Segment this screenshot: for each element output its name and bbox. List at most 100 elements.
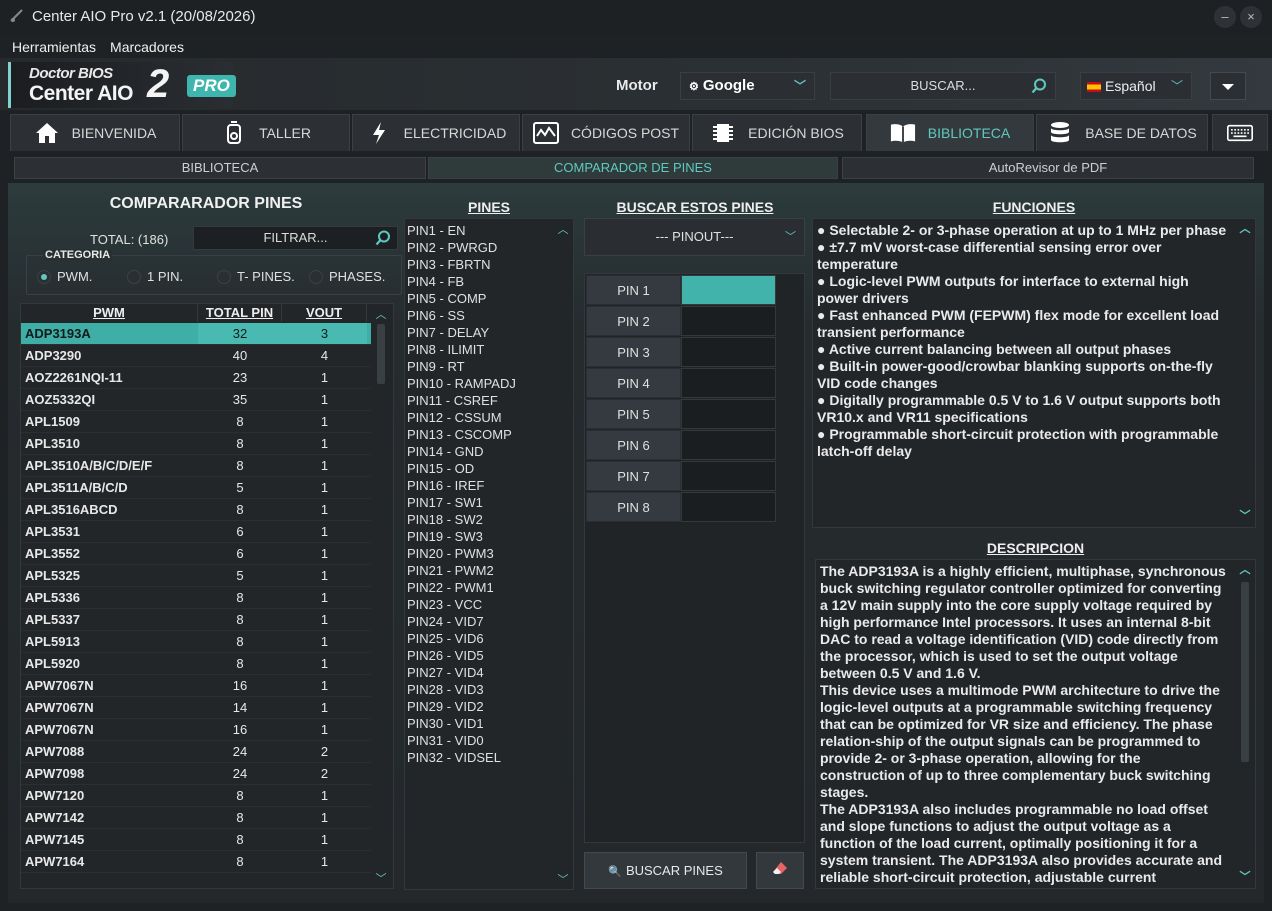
pin-item[interactable]: PIN22 - PWM1 <box>407 579 494 596</box>
pin-slot-input[interactable] <box>681 461 776 491</box>
scroll-down-icon[interactable]: ﹀ <box>371 870 391 886</box>
scroll-up-icon[interactable]: ︿ <box>371 306 391 322</box>
eraser-button[interactable] <box>756 852 804 889</box>
pin-item[interactable]: PIN10 - RAMPADJ <box>407 375 516 392</box>
tab-electricidad[interactable]: ELECTRICIDAD <box>352 114 520 151</box>
pin-item[interactable]: PIN21 - PWM2 <box>407 562 494 579</box>
search-input[interactable]: BUSCAR... <box>830 72 1056 100</box>
pin-item[interactable]: PIN32 - VIDSEL <box>407 749 501 766</box>
subtab-biblioteca[interactable]: BIBLIOTECA <box>14 157 426 179</box>
pin-item[interactable]: PIN13 - CSCOMP <box>407 426 512 443</box>
pin-item[interactable]: PIN27 - VID4 <box>407 664 484 681</box>
pin-slot-input[interactable] <box>681 275 776 305</box>
scroll-thumb[interactable] <box>377 324 385 384</box>
pin-item[interactable]: PIN28 - VID3 <box>407 681 484 698</box>
pin-item[interactable]: PIN2 - PWRGD <box>407 239 497 256</box>
scroll-down-icon[interactable]: ﹀ <box>555 871 571 887</box>
keyboard-button[interactable] <box>1212 114 1268 151</box>
pin-slot-input[interactable] <box>681 306 776 336</box>
column-header-total-pin[interactable]: TOTAL PIN <box>198 304 282 322</box>
close-button[interactable]: × <box>1240 6 1262 28</box>
table-row[interactable]: APL5913 8 1 <box>21 631 371 653</box>
tab-bienvenida[interactable]: BIENVENIDA <box>10 114 180 151</box>
pinout-select[interactable]: --- PINOUT--- ﹀ <box>584 218 805 256</box>
dropdown-menu-button[interactable] <box>1210 72 1246 100</box>
subtab-autorevisor-pdf[interactable]: AutoRevisor de PDF <box>842 157 1254 179</box>
scroll-thumb[interactable] <box>1241 582 1249 762</box>
pin-item[interactable]: PIN14 - GND <box>407 443 484 460</box>
radio-phases[interactable]: PHASES. <box>309 269 385 284</box>
table-row[interactable]: APW7067N 16 1 <box>21 719 371 741</box>
pin-item[interactable]: PIN23 - VCC <box>407 596 482 613</box>
table-row[interactable]: APL3510 8 1 <box>21 433 371 455</box>
tab-edicion-bios[interactable]: EDICIÓN BIOS <box>692 114 862 151</box>
table-row[interactable]: APL3510A/B/C/D/E/F 8 1 <box>21 455 371 477</box>
table-row[interactable]: APW7098 24 2 <box>21 763 371 785</box>
table-row[interactable]: APL1509 8 1 <box>21 411 371 433</box>
pin-list-scrollbar[interactable]: ︿ ﹀ <box>555 219 571 889</box>
table-row[interactable]: APW7067N 14 1 <box>21 697 371 719</box>
engine-select[interactable]: ⚙ Google ﹀ <box>680 72 815 100</box>
table-row[interactable]: APW7088 24 2 <box>21 741 371 763</box>
table-row[interactable]: ADP3193A 32 3 <box>21 323 371 345</box>
tab-base-de-datos[interactable]: BASE DE DATOS <box>1036 114 1208 151</box>
menu-marcadores[interactable]: Marcadores <box>110 36 184 58</box>
pin-slot-input[interactable] <box>681 492 776 522</box>
pin-item[interactable]: PIN6 - SS <box>407 307 465 324</box>
pin-item[interactable]: PIN19 - SW3 <box>407 528 483 545</box>
pin-item[interactable]: PIN3 - FBRTN <box>407 256 491 273</box>
pin-item[interactable]: PIN12 - CSSUM <box>407 409 502 426</box>
minimize-button[interactable]: – <box>1214 6 1236 28</box>
pin-item[interactable]: PIN30 - VID1 <box>407 715 484 732</box>
pin-item[interactable]: PIN20 - PWM3 <box>407 545 494 562</box>
pin-item[interactable]: PIN5 - COMP <box>407 290 486 307</box>
table-row[interactable]: AOZ5332QI 35 1 <box>21 389 371 411</box>
tab-taller[interactable]: TALLER <box>182 114 350 151</box>
description-scrollbar[interactable]: ︿ ﹀ <box>1237 560 1253 888</box>
tab-biblioteca[interactable]: BIBLIOTECA <box>866 114 1034 151</box>
pin-slot-input[interactable] <box>681 399 776 429</box>
search-icon[interactable] <box>375 230 391 246</box>
pin-item[interactable]: PIN24 - VID7 <box>407 613 484 630</box>
pin-item[interactable]: PIN4 - FB <box>407 273 464 290</box>
pin-item[interactable]: PIN11 - CSREF <box>407 392 498 409</box>
pin-item[interactable]: PIN17 - SW1 <box>407 494 483 511</box>
table-row[interactable]: ADP3290 40 4 <box>21 345 371 367</box>
table-row[interactable]: APW7120 8 1 <box>21 785 371 807</box>
pin-item[interactable]: PIN7 - DELAY <box>407 324 489 341</box>
menu-herramientas[interactable]: Herramientas <box>12 36 96 58</box>
table-row[interactable]: APL5337 8 1 <box>21 609 371 631</box>
table-row[interactable]: AOZ2261NQI-11 23 1 <box>21 367 371 389</box>
language-select[interactable]: Español ﹀ <box>1080 72 1192 100</box>
pin-item[interactable]: PIN1 - EN <box>407 222 466 239</box>
radio-pwm[interactable]: PWM. <box>37 269 92 284</box>
functions-scrollbar[interactable]: ︿ ﹀ <box>1237 219 1253 527</box>
search-pins-button[interactable]: 🔍 BUSCAR PINES <box>584 852 747 889</box>
pin-item[interactable]: PIN31 - VID0 <box>407 732 484 749</box>
radio-t-pines[interactable]: T- PINES. <box>217 269 295 284</box>
table-row[interactable]: APL3552 6 1 <box>21 543 371 565</box>
tab-codigos-post[interactable]: CÓDIGOS POST <box>522 114 690 151</box>
pin-item[interactable]: PIN18 - SW2 <box>407 511 483 528</box>
search-icon[interactable] <box>1031 78 1047 94</box>
pin-item[interactable]: PIN9 - RT <box>407 358 465 375</box>
table-row[interactable]: APW7142 8 1 <box>21 807 371 829</box>
pin-item[interactable]: PIN25 - VID6 <box>407 630 484 647</box>
scroll-down-icon[interactable]: ﹀ <box>1237 869 1253 886</box>
pin-slot-input[interactable] <box>681 430 776 460</box>
table-row[interactable]: APL3511A/B/C/D 5 1 <box>21 477 371 499</box>
scroll-up-icon[interactable]: ︿ <box>1237 562 1253 579</box>
table-row[interactable]: APL5336 8 1 <box>21 587 371 609</box>
radio-1-pin[interactable]: 1 PIN. <box>127 269 183 284</box>
scroll-up-icon[interactable]: ︿ <box>555 221 571 237</box>
pin-slot-input[interactable] <box>681 337 776 367</box>
scroll-down-icon[interactable]: ﹀ <box>1237 508 1253 525</box>
filter-input[interactable]: FILTRAR... <box>193 226 398 250</box>
table-row[interactable]: APW7145 8 1 <box>21 829 371 851</box>
pin-slot-input[interactable] <box>681 368 776 398</box>
scroll-up-icon[interactable]: ︿ <box>1237 221 1253 238</box>
table-scrollbar[interactable]: ︿ ﹀ <box>371 304 391 888</box>
pin-item[interactable]: PIN15 - OD <box>407 460 474 477</box>
pin-item[interactable]: PIN16 - IREF <box>407 477 484 494</box>
column-header-pwm[interactable]: PWM <box>21 304 198 322</box>
